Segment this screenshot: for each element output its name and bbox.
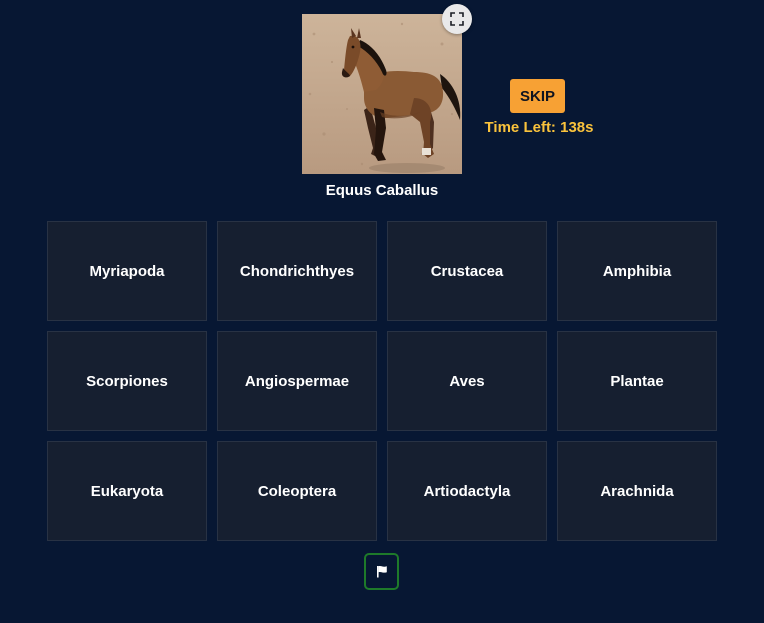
answer-option-amphibia[interactable]: Amphibia — [557, 221, 717, 321]
expand-icon — [450, 12, 464, 26]
answer-option-label: Eukaryota — [90, 482, 164, 500]
answer-option-label: Scorpiones — [86, 372, 168, 390]
answer-option-aves[interactable]: Aves — [387, 331, 547, 431]
answer-option-artiodactyla[interactable]: Artiodactyla — [387, 441, 547, 541]
answer-option-scorpiones[interactable]: Scorpiones — [47, 331, 207, 431]
answer-option-label: Aves — [449, 372, 485, 390]
answer-option-angiospermae[interactable]: Angiospermae — [217, 331, 377, 431]
answer-option-label: Coleoptera — [257, 482, 337, 500]
answer-option-eukaryota[interactable]: Eukaryota — [47, 441, 207, 541]
species-photo — [302, 14, 462, 174]
answer-option-label: Angiospermae — [244, 372, 350, 390]
answer-option-label: Artiodactyla — [423, 482, 511, 500]
horse-photo — [302, 14, 462, 174]
answer-option-label: Myriapoda — [89, 262, 165, 280]
report-flag-button[interactable] — [364, 553, 399, 590]
time-left-label: Time Left: 138s — [484, 119, 594, 136]
flag-icon — [376, 566, 387, 578]
answer-option-label: Plantae — [610, 372, 664, 390]
answer-option-coleoptera[interactable]: Coleoptera — [217, 441, 377, 541]
answer-option-label: Chondrichthyes — [239, 262, 355, 280]
answer-option-arachnida[interactable]: Arachnida — [557, 441, 717, 541]
answer-option-label: Amphibia — [602, 262, 672, 280]
answer-option-label: Crustacea — [430, 262, 504, 280]
answer-option-plantae[interactable]: Plantae — [557, 331, 717, 431]
answer-option-myriapoda[interactable]: Myriapoda — [47, 221, 207, 321]
game-screen: Equus Caballus SKIP Time Left: 138s Myri… — [0, 0, 764, 623]
answer-option-crustacea[interactable]: Crustacea — [387, 221, 547, 321]
answer-option-label: Arachnida — [600, 482, 674, 500]
skip-button[interactable]: SKIP — [510, 79, 565, 113]
expand-image-button[interactable] — [442, 4, 472, 34]
species-name: Equus Caballus — [325, 182, 439, 199]
answer-option-chondrichthyes[interactable]: Chondrichthyes — [217, 221, 377, 321]
answer-grid: Myriapoda Chondrichthyes Crustacea Amphi… — [47, 221, 717, 541]
